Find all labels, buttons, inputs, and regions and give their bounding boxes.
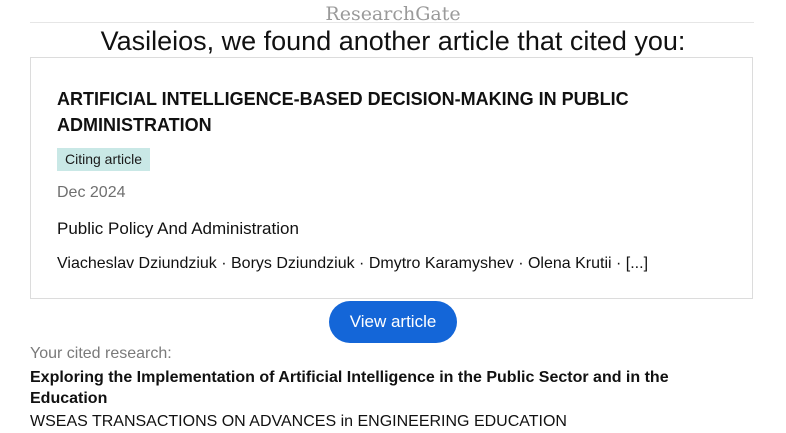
cited-research-journal: WSEAS TRANSACTIONS ON ADVANCES in ENGINE… xyxy=(30,413,567,430)
view-article-button[interactable]: View article xyxy=(329,301,457,343)
article-title[interactable]: ARTIFICIAL INTELLIGENCE-BASED DECISION-M… xyxy=(57,86,697,138)
cited-research-title[interactable]: Exploring the Implementation of Artifici… xyxy=(30,367,750,409)
cited-research-label: Your cited research: xyxy=(30,345,172,362)
article-authors: Viacheslav Dziundziuk · Borys Dziundziuk… xyxy=(57,255,649,272)
header-divider xyxy=(30,22,754,23)
article-date: Dec 2024 xyxy=(57,184,126,201)
citing-article-card: ARTIFICIAL INTELLIGENCE-BASED DECISION-M… xyxy=(30,57,753,299)
page-headline: Vasileios, we found another article that… xyxy=(100,26,686,56)
citing-article-badge: Citing article xyxy=(57,148,151,171)
article-journal: Public Policy And Administration xyxy=(57,219,299,238)
